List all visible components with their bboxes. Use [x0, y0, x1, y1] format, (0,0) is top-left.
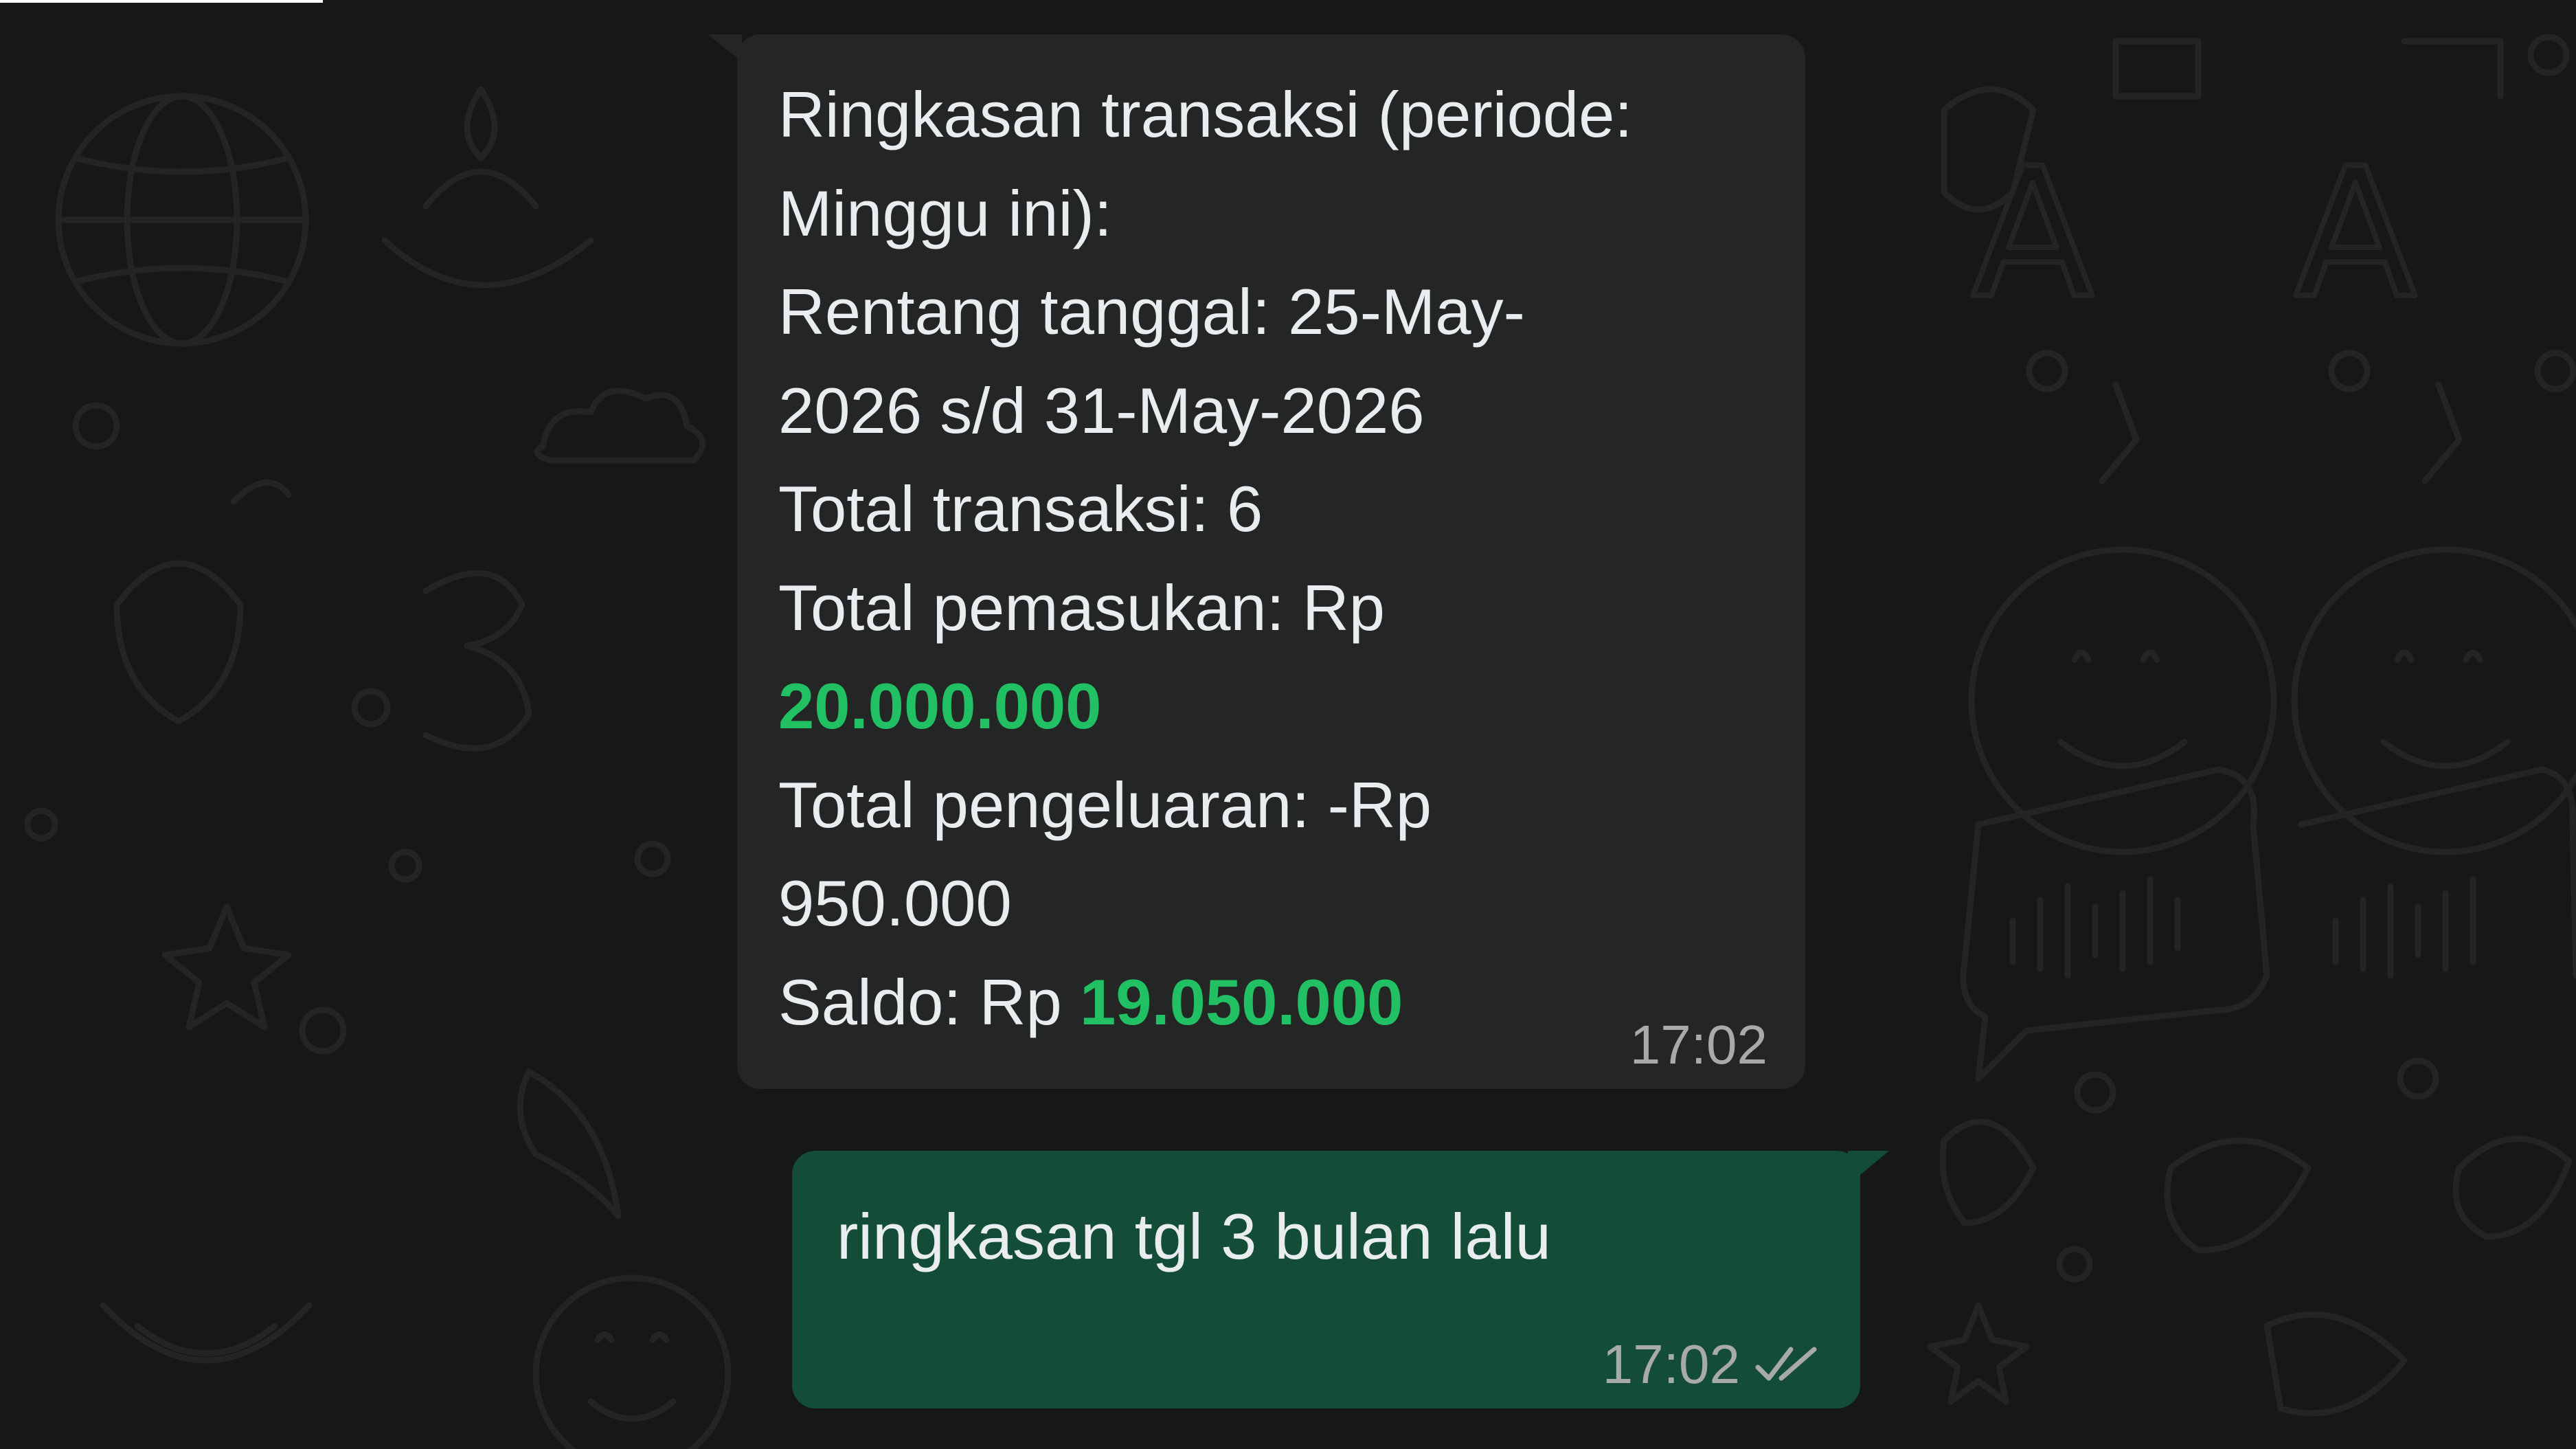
balance-value: 19.050.000: [1079, 965, 1403, 1038]
incoming-message-time: 17:02: [1629, 1014, 1767, 1075]
svg-text:A: A: [1971, 131, 2094, 338]
outgoing-message-time: 17:02: [1602, 1334, 1740, 1395]
total-expense-label: Total pengeluaran: -Rp: [778, 768, 1432, 841]
outgoing-message-bubble[interactable]: ringkasan tgl 3 bulan lalu 17:02: [792, 1151, 1860, 1408]
summary-period-line: Minggu ini):: [778, 177, 1112, 249]
incoming-message-bubble[interactable]: Ringkasan transaksi (periode: Minggu ini…: [737, 34, 1805, 1089]
date-range-line-cont: 2026 s/d 31-May-2026: [778, 374, 1425, 447]
incoming-message-text: Ringkasan transaksi (periode: Minggu ini…: [778, 65, 1767, 1051]
balance-label: Saldo: Rp: [778, 965, 1062, 1038]
total-transactions-line: Total transaksi: 6: [778, 473, 1263, 545]
svg-text:A: A: [2294, 131, 2417, 338]
outgoing-message-meta: 17:02: [1603, 1333, 1822, 1396]
date-range-line: Rentang tanggal: 25-May-: [778, 276, 1525, 348]
total-income-value: 20.000.000: [778, 670, 1102, 742]
summary-title-line: Ringkasan transaksi (periode:: [778, 78, 1633, 150]
top-edge-strip: [0, 0, 323, 3]
outgoing-message-text: ringkasan tgl 3 bulan lalu: [837, 1200, 1551, 1272]
total-income-label: Total pemasukan: Rp: [778, 571, 1386, 644]
balance-line: Saldo: Rp 19.050.000: [778, 953, 1767, 1052]
total-expense-value: 950.000: [778, 867, 1012, 939]
double-check-icon: [1755, 1347, 1817, 1381]
